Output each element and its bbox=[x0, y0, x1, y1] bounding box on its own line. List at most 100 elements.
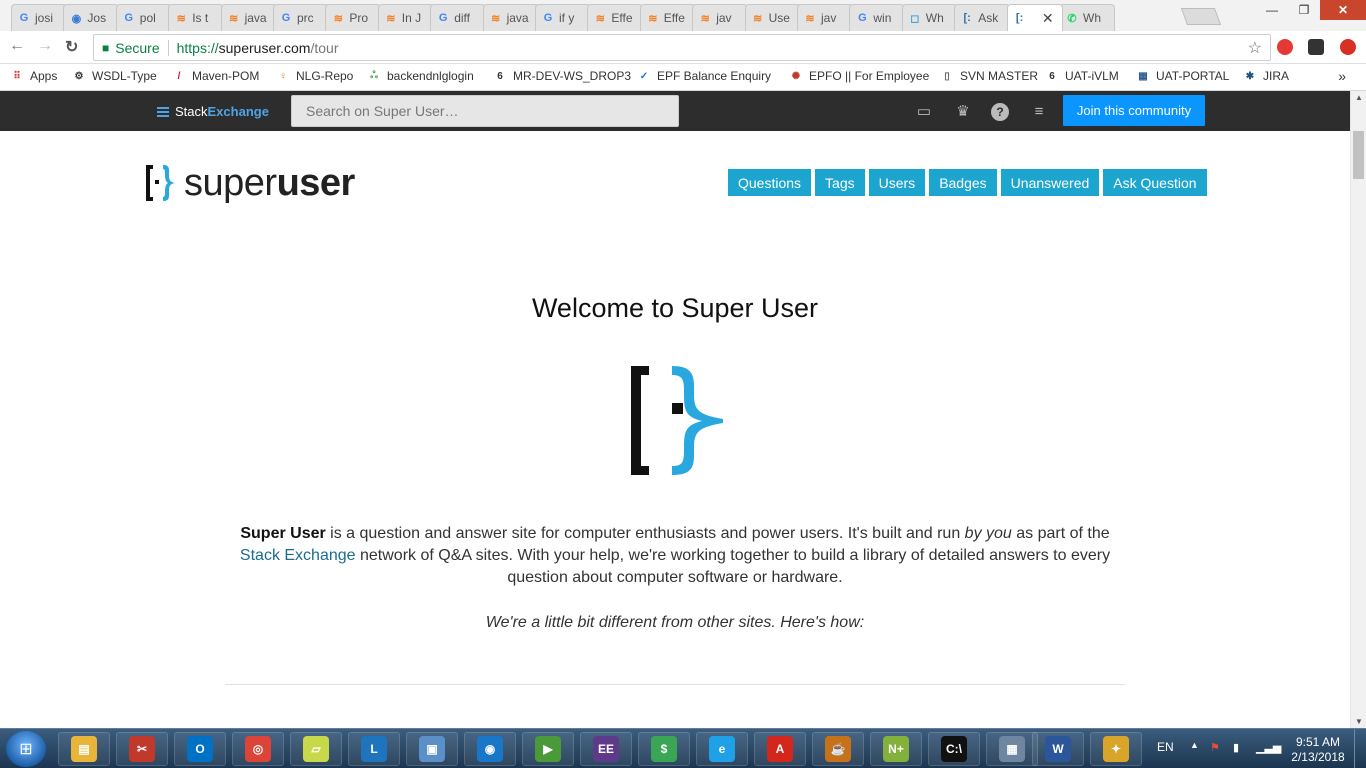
new-tab-button[interactable] bbox=[1180, 8, 1222, 25]
browser-tab[interactable]: Gdiff bbox=[430, 4, 487, 31]
nav-users[interactable]: Users bbox=[868, 169, 926, 196]
reload-button[interactable]: ↻ bbox=[65, 37, 78, 57]
bookmark-item[interactable]: 6 MR-DEV-WS_DROP3 bbox=[493, 69, 631, 83]
taskbar-app[interactable]: ✂ bbox=[116, 732, 168, 766]
stackexchange-logo[interactable]: Stack Exchange bbox=[157, 104, 269, 119]
show-desktop-button[interactable] bbox=[1354, 729, 1366, 768]
taskbar-app[interactable]: W bbox=[1032, 732, 1084, 766]
forward-button[interactable]: → bbox=[37, 37, 53, 55]
browser-tab[interactable]: ≋ jav bbox=[692, 4, 749, 31]
site-search-input[interactable] bbox=[291, 95, 679, 127]
extension-icon[interactable] bbox=[1308, 39, 1324, 55]
bookmark-item[interactable]: ⚙ WSDL-Type bbox=[72, 69, 157, 83]
bookmark-item[interactable]: ▯ SVN MASTER bbox=[940, 69, 1038, 83]
browser-tab[interactable]: [: Ask bbox=[954, 4, 1011, 31]
scroll-up-arrow-icon[interactable]: ▲ bbox=[1355, 93, 1363, 102]
scroll-down-arrow-icon[interactable]: ▼ bbox=[1355, 717, 1363, 726]
browser-tab[interactable]: Gjosi bbox=[11, 4, 67, 31]
nav-badges[interactable]: Badges bbox=[929, 169, 997, 196]
scrollbar-thumb[interactable] bbox=[1353, 131, 1364, 179]
taskbar-app[interactable]: C:\ bbox=[928, 732, 980, 766]
back-button[interactable]: ← bbox=[9, 37, 25, 55]
superuser-icon: [: bbox=[1015, 12, 1024, 24]
power-icon[interactable]: ▮ bbox=[1233, 741, 1247, 755]
help-icon[interactable]: ? bbox=[991, 103, 1009, 121]
signal-bars-icon[interactable]: ▁▃▅ bbox=[1256, 741, 1281, 755]
bookmark-item[interactable]: ✓ EPF Balance Enquiry bbox=[637, 69, 771, 83]
update-icon[interactable] bbox=[1340, 39, 1356, 55]
nav-questions[interactable]: Questions bbox=[728, 169, 812, 196]
bookmark-star-icon[interactable]: ☆ bbox=[1248, 38, 1262, 58]
maximize-button[interactable]: ❐ bbox=[1288, 0, 1320, 20]
browser-tab[interactable]: ≋ jav bbox=[797, 4, 853, 31]
browser-tab[interactable]: ✆ Wh bbox=[1059, 4, 1115, 31]
show-hidden-icons-icon[interactable]: ▲ bbox=[1190, 740, 1199, 750]
address-separator bbox=[167, 39, 169, 56]
taskbar-app[interactable]: ✦ bbox=[1090, 732, 1142, 766]
taskbar-app[interactable]: ☕ bbox=[812, 732, 864, 766]
taskbar-app[interactable]: N+ bbox=[870, 732, 922, 766]
close-tab-icon[interactable]: ✕ bbox=[1042, 10, 1054, 27]
browser-tab[interactable]: ≋ Is t bbox=[168, 4, 225, 31]
start-button[interactable]: ⊞ bbox=[6, 731, 46, 767]
taskbar-app[interactable]: ▱ bbox=[290, 732, 342, 766]
join-community-button[interactable]: Join this community bbox=[1063, 95, 1205, 126]
opera-extension-icon[interactable] bbox=[1277, 39, 1293, 55]
lock-icon: ■ bbox=[102, 40, 110, 55]
taskbar-app[interactable]: ▤ bbox=[58, 732, 110, 766]
close-window-button[interactable]: ✕ bbox=[1320, 0, 1366, 20]
nav-unanswered[interactable]: Unanswered bbox=[1000, 169, 1100, 196]
taskbar-app[interactable]: $ bbox=[638, 732, 690, 766]
browser-tab[interactable]: ◻ Wh bbox=[901, 4, 958, 31]
bookmark-item[interactable]: ✱ JIRA bbox=[1243, 69, 1289, 83]
browser-tab[interactable]: ≋ Pro bbox=[325, 4, 382, 31]
bookmark-item[interactable]: 6 UAT-iVLM bbox=[1045, 69, 1119, 83]
inbox-icon[interactable]: ▭ bbox=[914, 102, 934, 120]
browser-tab[interactable]: ≋ In J bbox=[377, 4, 434, 31]
browser-tab[interactable]: Gwin bbox=[849, 4, 906, 31]
bookmark-item[interactable]: ▦ UAT-PORTAL bbox=[1136, 69, 1229, 83]
site-switcher-icon[interactable]: ≡ bbox=[1029, 102, 1049, 120]
bookmark-item[interactable]: ✺ EPFO || For Employee bbox=[789, 69, 929, 83]
taskbar-app[interactable]: L bbox=[348, 732, 400, 766]
taskbar-app[interactable]: A bbox=[754, 732, 806, 766]
browser-tab[interactable]: Gprc bbox=[273, 4, 329, 31]
taskbar-app[interactable]: e bbox=[696, 732, 748, 766]
achievements-trophy-icon[interactable]: ♛ bbox=[953, 102, 973, 120]
browser-tab-label: josi bbox=[35, 11, 54, 25]
bookmark-item[interactable]: ♀ NLG-Repo bbox=[276, 69, 353, 83]
bookmarks-overflow-icon[interactable]: » bbox=[1338, 68, 1346, 84]
nav-ask-question[interactable]: Ask Question bbox=[1103, 169, 1207, 196]
bookmark-item[interactable]: ⠿ Apps bbox=[10, 69, 57, 83]
taskbar-app[interactable]: ◉ bbox=[464, 732, 516, 766]
taskbar-app[interactable]: ▶ bbox=[522, 732, 574, 766]
browser-tab[interactable]: ≋ java bbox=[482, 4, 539, 31]
taskbar-app[interactable]: ▣ bbox=[406, 732, 458, 766]
bookmarks-bar: » ⠿ Apps ⚙ WSDL-Type / Maven-POM ♀ NLG-Repo ஃ bac… bbox=[0, 64, 1366, 91]
page-scrollbar[interactable]: ▲ ▼ bbox=[1350, 91, 1366, 728]
browser-tab[interactable]: Gpol bbox=[115, 4, 172, 31]
browser-tab[interactable]: Gif y bbox=[535, 4, 591, 31]
browser-tab[interactable]: ≋ Effe bbox=[639, 4, 696, 31]
minimize-button[interactable]: — bbox=[1256, 0, 1288, 20]
browser-tab[interactable]: ≋ Effe bbox=[587, 4, 644, 31]
bookmark-item[interactable]: / Maven-POM bbox=[172, 69, 260, 83]
network-flag-icon[interactable]: ⚑ bbox=[1210, 741, 1224, 755]
bookmark-item[interactable]: ஃ backendnlglogin bbox=[367, 69, 474, 83]
stackexchange-menu-icon bbox=[157, 105, 169, 119]
browser-tab[interactable]: [: ✕ bbox=[1006, 4, 1063, 31]
taskbar-app[interactable]: ◎ bbox=[232, 732, 284, 766]
taskbar-app[interactable]: O bbox=[174, 732, 226, 766]
browser-tab[interactable]: ◉ Jos bbox=[63, 4, 120, 31]
taskbar-app[interactable]: EE bbox=[580, 732, 632, 766]
taskbar-clock[interactable]: 9:51 AM 2/13/2018 bbox=[1285, 735, 1351, 765]
address-bar[interactable]: ■ Secure https:// superuser.com /tour ☆ bbox=[93, 34, 1271, 61]
browser-tab[interactable]: ≋ java bbox=[220, 4, 277, 31]
nav-tags[interactable]: Tags bbox=[815, 169, 865, 196]
browser-tab[interactable]: ≋ Use bbox=[744, 4, 801, 31]
superuser-icon: [: bbox=[963, 12, 971, 24]
language-indicator[interactable]: EN bbox=[1157, 740, 1174, 754]
taskbar-app[interactable]: ▦ bbox=[986, 732, 1038, 766]
superuser-logo[interactable]: superuser bbox=[144, 158, 355, 208]
stackexchange-link[interactable]: Stack Exchange bbox=[240, 547, 356, 564]
